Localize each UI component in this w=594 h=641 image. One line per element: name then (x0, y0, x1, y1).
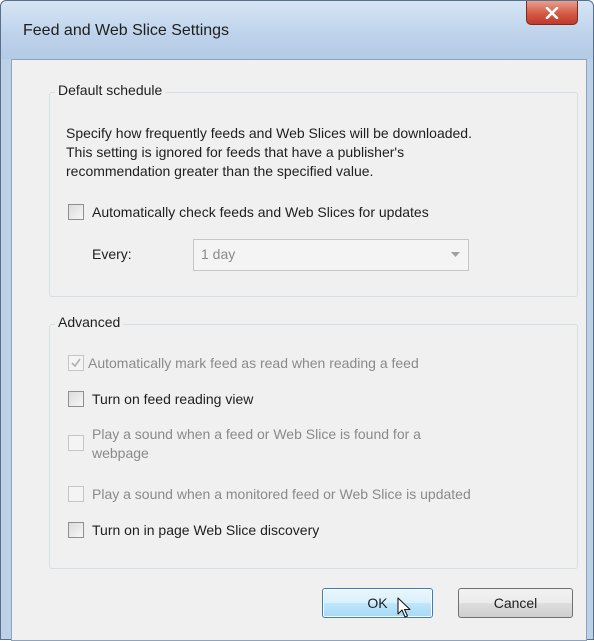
auto-check-updates-label[interactable]: Automatically check feeds and Web Slices… (92, 204, 429, 220)
ok-button[interactable]: OK (322, 588, 433, 618)
sound-found-label-line-1[interactable]: Play a sound when a feed or Web Slice is… (92, 426, 421, 442)
schedule-description-line-3: recommendation greater than the specifie… (66, 163, 374, 179)
schedule-description-line-2: This setting is ignored for feeds that h… (66, 144, 405, 160)
feed-reading-view-label[interactable]: Turn on feed reading view (92, 391, 253, 407)
sound-found-checkbox[interactable] (68, 435, 84, 451)
every-label: Every: (92, 246, 132, 262)
web-slice-discovery-label[interactable]: Turn on in page Web Slice discovery (92, 522, 319, 538)
mark-read-label[interactable]: Automatically mark feed as read when rea… (88, 355, 419, 371)
title-bar[interactable]: Feed and Web Slice Settings (1, 1, 593, 59)
checkmark-icon (71, 358, 81, 368)
cancel-button[interactable]: Cancel (458, 588, 573, 618)
web-slice-discovery-checkbox[interactable] (68, 522, 84, 538)
chevron-down-icon (451, 252, 460, 257)
feed-reading-view-checkbox[interactable] (68, 391, 84, 407)
schedule-description-line-1: Specify how frequently feeds and Web Sli… (66, 125, 472, 141)
auto-check-updates-checkbox[interactable] (68, 204, 84, 220)
default-schedule-label: Default schedule (55, 82, 166, 98)
mouse-pointer-icon (397, 597, 411, 618)
close-icon (545, 6, 559, 19)
dialog-window: Feed and Web Slice Settings Default sche… (0, 0, 594, 641)
dialog-body: Default schedule Specify how frequently … (11, 59, 587, 641)
sound-updated-checkbox[interactable] (68, 486, 84, 502)
every-dropdown[interactable]: 1 day (193, 239, 469, 271)
sound-updated-label[interactable]: Play a sound when a monitored feed or We… (92, 486, 471, 502)
advanced-label: Advanced (55, 314, 124, 330)
sound-found-label-line-2[interactable]: webpage (92, 445, 149, 461)
window-title: Feed and Web Slice Settings (23, 22, 230, 39)
close-button[interactable] (526, 1, 578, 25)
every-dropdown-value: 1 day (201, 246, 236, 262)
mark-read-checkbox[interactable] (68, 355, 84, 371)
